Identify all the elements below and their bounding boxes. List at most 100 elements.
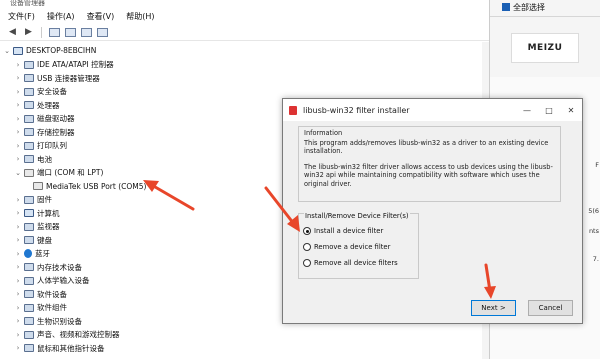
show-hidden-icon[interactable] xyxy=(80,26,93,38)
chevron-right-icon[interactable]: › xyxy=(14,331,22,339)
chevron-right-icon[interactable]: › xyxy=(14,115,22,123)
storage-controller-icon xyxy=(24,128,34,136)
help-icon[interactable] xyxy=(64,26,77,38)
chevron-right-icon[interactable]: › xyxy=(14,236,22,244)
install-filter-radio[interactable]: Install a device filter xyxy=(303,227,383,235)
tree-item[interactable]: › IDE ATA/ATAPI 控制器 xyxy=(14,58,114,71)
meizu-device-card[interactable]: MEIZU xyxy=(511,33,579,63)
chevron-right-icon[interactable]: › xyxy=(14,277,22,285)
chevron-right-icon[interactable]: › xyxy=(14,155,22,163)
chevron-right-icon[interactable]: › xyxy=(14,223,22,231)
computer-icon xyxy=(24,209,34,217)
tree-item-label: 存储控制器 xyxy=(37,127,75,137)
clipped-text: nts xyxy=(588,227,599,235)
memory-device-icon xyxy=(24,263,34,271)
tree-item[interactable]: › 软件设备 xyxy=(14,288,67,301)
tree-item[interactable]: › USB 连接器管理器 xyxy=(14,72,100,85)
chevron-right-icon[interactable]: › xyxy=(14,142,22,150)
forward-icon[interactable]: ▶ xyxy=(22,26,35,38)
tree-item-label: 磁盘驱动器 xyxy=(37,114,75,123)
tree-item-label: 键盘 xyxy=(37,235,52,245)
chevron-right-icon[interactable]: › xyxy=(14,250,22,258)
back-icon[interactable]: ◀ xyxy=(6,26,19,38)
tree-item[interactable]: › 存储控制器 xyxy=(14,126,75,139)
tree-item-label: 安全设备 xyxy=(37,87,67,96)
security-device-icon xyxy=(24,87,34,96)
minimize-icon[interactable]: — xyxy=(516,106,538,115)
maximize-icon[interactable]: □ xyxy=(538,106,560,115)
brand-label: MEIZU xyxy=(527,43,563,53)
checkbox-icon xyxy=(502,3,510,11)
chevron-right-icon[interactable]: › xyxy=(14,209,22,217)
tree-item[interactable]: › 处理器 xyxy=(14,99,60,112)
tree-item[interactable]: › 生物识别设备 xyxy=(14,315,82,328)
dialog-title-bar: libusb-win32 filter installer — □ ✕ xyxy=(283,99,582,121)
remove-filter-radio[interactable]: Remove a device filter xyxy=(303,243,390,251)
cancel-button[interactable]: Cancel xyxy=(528,300,573,316)
tree-item-label: 人体学输入设备 xyxy=(37,276,90,285)
tree-item[interactable]: › 声音、视频和游戏控制器 xyxy=(14,328,120,341)
radio-label: Remove all device filters xyxy=(314,259,398,267)
menu-view[interactable]: 查看(V) xyxy=(85,10,117,23)
tree-item-label: 软件组件 xyxy=(37,303,67,312)
tree-item[interactable]: › 键盘 xyxy=(14,234,52,247)
scan-hardware-icon[interactable] xyxy=(96,26,109,38)
processor-icon xyxy=(24,101,34,109)
chevron-right-icon[interactable]: › xyxy=(14,290,22,298)
tree-item-label: 内存技术设备 xyxy=(37,262,82,272)
software-component-icon xyxy=(24,303,34,312)
tree-item-label: 端口 (COM 和 LPT) xyxy=(37,168,104,177)
dialog-title: libusb-win32 filter installer xyxy=(303,105,410,115)
info-paragraph: The libusb-win32 filter driver allows ac… xyxy=(304,162,553,188)
tree-item[interactable]: › 磁盘驱动器 xyxy=(14,112,75,125)
information-label: Information xyxy=(304,129,343,137)
tree-item[interactable]: › 打印队列 xyxy=(14,139,67,152)
chevron-right-icon[interactable]: › xyxy=(14,101,22,109)
chevron-right-icon[interactable]: › xyxy=(14,61,22,69)
menu-bar: 文件(F) 操作(A) 查看(V) 帮助(H) xyxy=(0,8,489,24)
tree-root[interactable]: ⌄ DESKTOP-8EBCIHN xyxy=(3,44,96,57)
tree-item[interactable]: › 鼠标和其他指针设备 xyxy=(14,342,105,355)
tree-item[interactable]: › 蓝牙 xyxy=(14,247,50,260)
tree-item[interactable]: › 电池 xyxy=(14,153,52,166)
tree-item-ports[interactable]: ⌄ 端口 (COM 和 LPT) xyxy=(14,166,103,179)
chevron-right-icon[interactable]: › xyxy=(14,304,22,312)
tree-item[interactable]: › 内存技术设备 xyxy=(14,261,82,274)
keyboard-icon xyxy=(24,236,34,244)
close-icon[interactable]: ✕ xyxy=(560,106,582,115)
tree-item[interactable]: › 软件组件 xyxy=(14,301,67,314)
tree-item-label: 软件设备 xyxy=(37,289,67,299)
mouse-icon xyxy=(24,344,34,352)
tree-item[interactable]: › 固件 xyxy=(14,193,52,206)
firmware-icon xyxy=(24,195,34,204)
chevron-right-icon[interactable]: › xyxy=(14,263,22,271)
chevron-right-icon[interactable]: › xyxy=(14,344,22,352)
chevron-right-icon[interactable]: › xyxy=(14,88,22,96)
menu-action[interactable]: 操作(A) xyxy=(45,10,77,23)
chevron-right-icon[interactable]: › xyxy=(14,74,22,82)
chevron-down-icon[interactable]: ⌄ xyxy=(3,47,11,55)
tree-item[interactable]: › 监视器 xyxy=(14,220,60,233)
select-all-checkbox[interactable]: 全部选择 xyxy=(502,0,545,14)
chevron-down-icon[interactable]: ⌄ xyxy=(14,169,22,177)
menu-file[interactable]: 文件(F) xyxy=(6,10,37,23)
menu-help[interactable]: 帮助(H) xyxy=(124,10,156,23)
chevron-right-icon[interactable]: › xyxy=(14,128,22,136)
tree-item[interactable]: › 计算机 xyxy=(14,207,60,220)
remove-all-filters-radio[interactable]: Remove all device filters xyxy=(303,259,398,267)
chevron-right-icon[interactable]: › xyxy=(14,196,22,204)
chevron-right-icon[interactable]: › xyxy=(14,317,22,325)
tree-item-label: 电池 xyxy=(37,154,52,164)
radio-icon xyxy=(303,243,311,251)
tree-item[interactable]: › 安全设备 xyxy=(14,85,67,98)
tree-item-label: MediaTek USB Port (COM5) xyxy=(46,181,147,191)
properties-icon[interactable] xyxy=(48,26,61,38)
next-button[interactable]: Next > xyxy=(471,300,516,316)
hid-icon xyxy=(24,276,34,285)
monitor-icon xyxy=(24,222,34,231)
clipped-text: F xyxy=(595,161,599,169)
tree-item-mediatek-port[interactable]: MediaTek USB Port (COM5) xyxy=(31,180,146,193)
tree-item[interactable]: › 人体学输入设备 xyxy=(14,274,90,287)
port-icon xyxy=(24,168,34,177)
biometric-icon xyxy=(24,317,34,325)
